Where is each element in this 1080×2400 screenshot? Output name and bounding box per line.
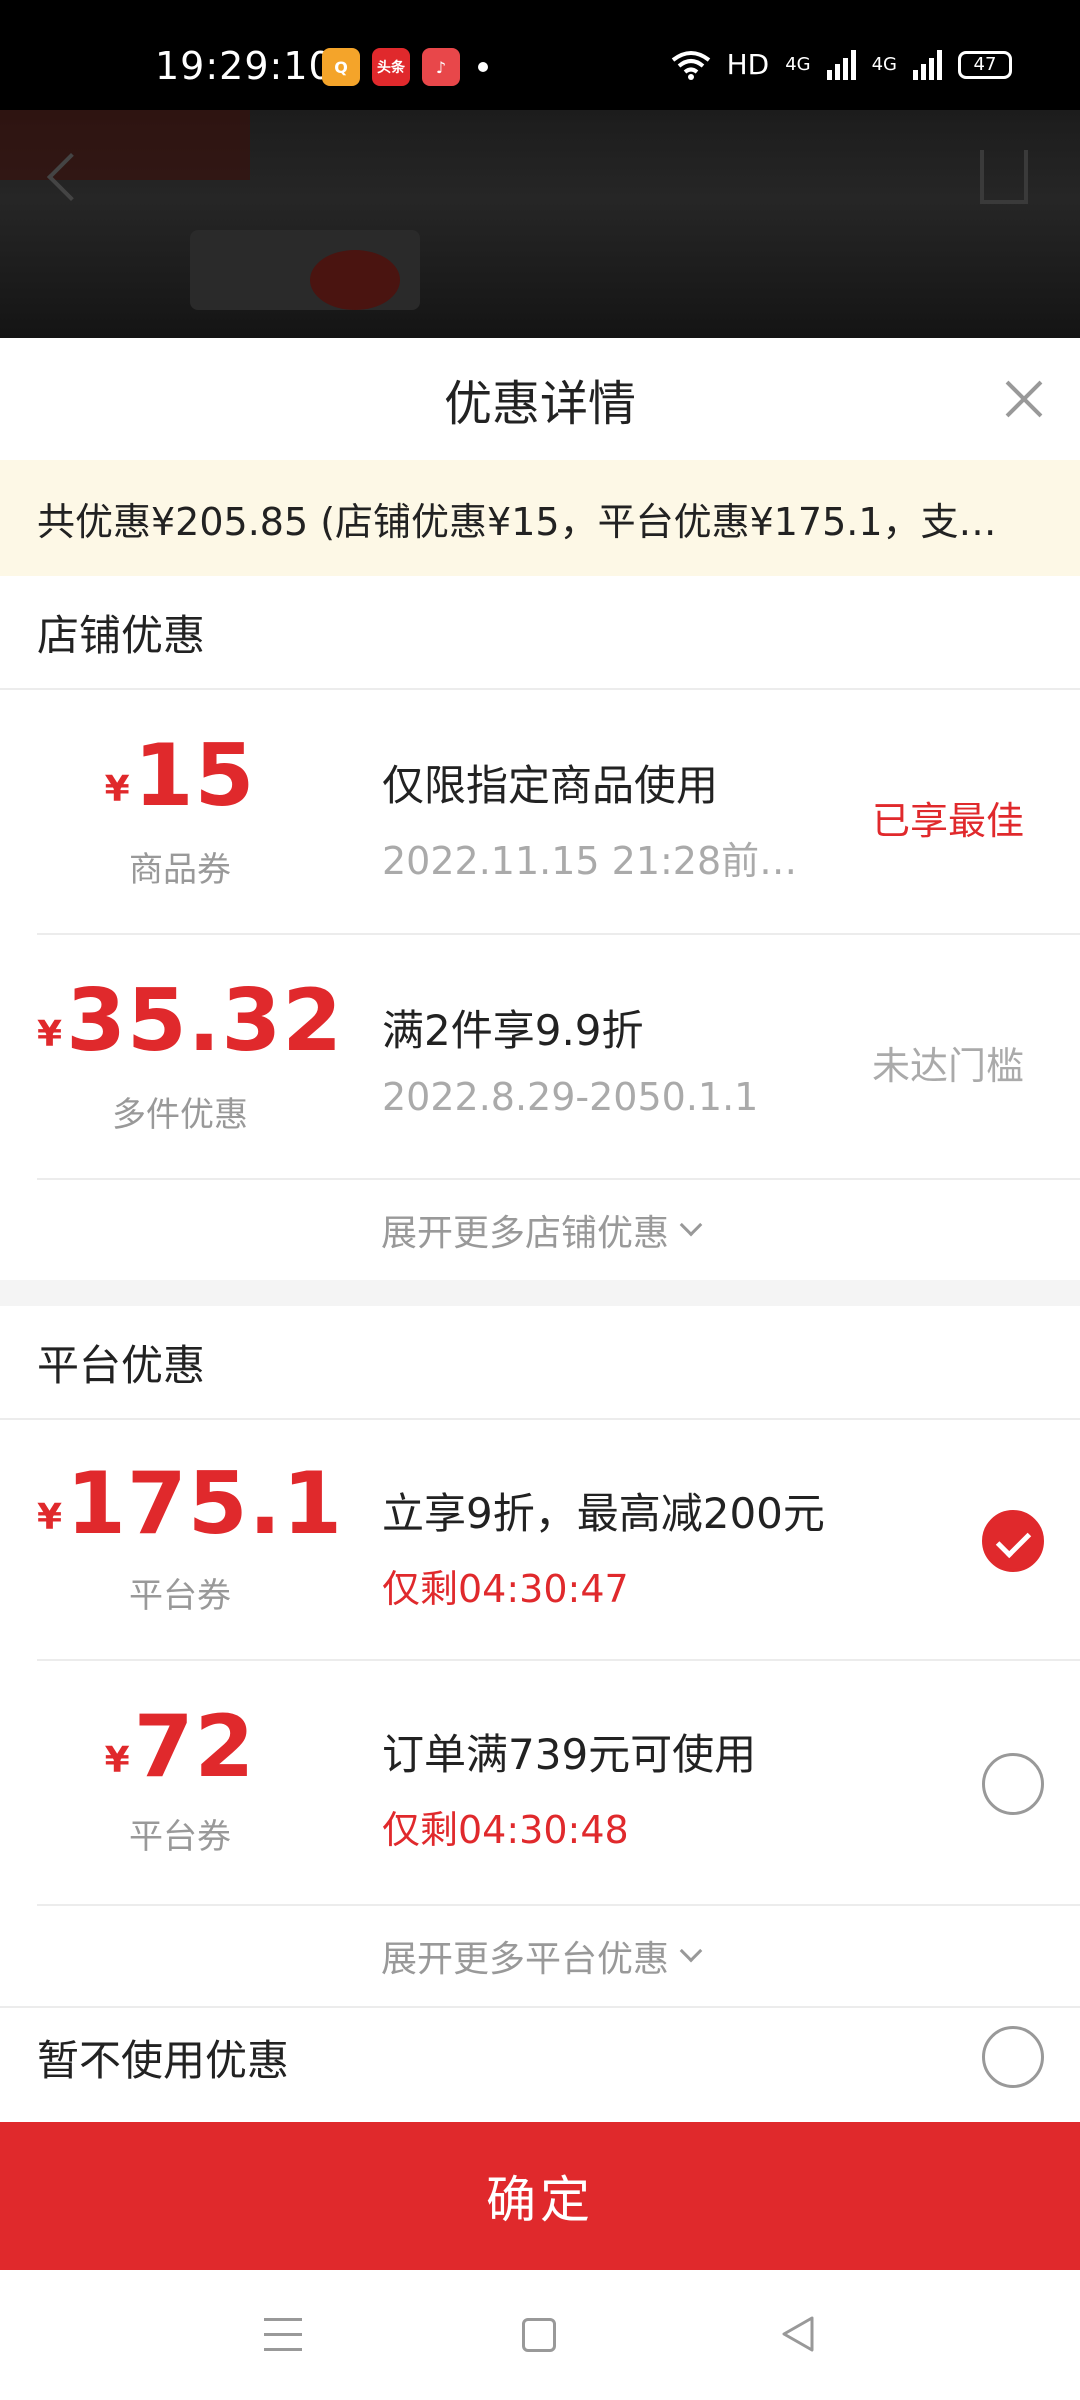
coupon-amount: ¥15 商品券 [37, 690, 323, 933]
sheet-title: 优惠详情 [443, 376, 636, 432]
expand-shop-discounts-button[interactable]: 展开更多店铺优惠 [0, 1180, 1080, 1280]
close-icon[interactable] [1004, 379, 1044, 419]
coupon-value: 72 [133, 1697, 256, 1797]
expand-label: 展开更多平台优惠 [380, 1939, 669, 1980]
coupon-countdown: 仅剩04:30:48 [382, 1808, 629, 1852]
status-app-icons: Q 头条 ♪ [322, 48, 488, 86]
network-type: HD [726, 48, 770, 81]
expand-platform-discounts-button[interactable]: 展开更多平台优惠 [0, 1906, 1080, 2006]
status-indicators: HD 4G 4G 47 [671, 48, 1012, 81]
section-divider [0, 1280, 1080, 1306]
toutiao-icon: 头条 [372, 48, 410, 86]
coupon-title: 满2件享9.9折 [382, 1006, 644, 1055]
platform-coupon[interactable]: ¥175.1 平台券 立享9折，最高减200元 仅剩04:30:47 [37, 1420, 1080, 1661]
music-icon: ♪ [422, 48, 460, 86]
signal-icon-2 [913, 49, 942, 80]
coupon-type: 平台券 [129, 1817, 231, 1857]
coupon-amount: ¥35.32 多件优惠 [37, 935, 342, 1178]
coupon-validity: 2022.11.15 21:28前有… [382, 839, 832, 883]
currency-symbol: ¥ [37, 1014, 63, 1055]
background-banner [0, 110, 250, 180]
coupon-status: 未达门槛 [871, 1044, 1024, 1088]
menu-icon[interactable] [264, 2318, 302, 2352]
coupon-type: 平台券 [129, 1576, 231, 1616]
coupon-value: 35.32 [66, 971, 344, 1071]
expand-label: 展开更多店铺优惠 [380, 1213, 669, 1254]
no-discount-option[interactable]: 暂不使用优惠 [0, 2006, 1080, 2106]
background-badge [310, 250, 400, 310]
coupon-unselected-radio[interactable] [982, 1753, 1044, 1815]
chevron-down-icon [679, 1213, 703, 1237]
coupon-value: 15 [133, 726, 256, 826]
platform-discounts-title: 平台优惠 [0, 1306, 1080, 1420]
coupon-amount: ¥175.1 平台券 [37, 1420, 342, 1659]
sheet-header: 优惠详情 [0, 338, 1080, 460]
no-discount-radio[interactable] [982, 2026, 1044, 2088]
coupon-selected-radio[interactable] [982, 1510, 1044, 1572]
coupon-title: 仅限指定商品使用 [382, 761, 719, 810]
currency-symbol: ¥ [104, 1740, 130, 1781]
home-icon[interactable] [522, 2318, 556, 2352]
discount-summary: 共优惠¥205.85 (店铺优惠¥15，平台优惠¥175.1，支… [0, 460, 1080, 576]
currency-symbol: ¥ [104, 769, 130, 810]
coupon-amount: ¥72 平台券 [37, 1661, 323, 1904]
confirm-button[interactable]: 确定 [0, 2122, 1080, 2270]
shop-discounts-title: 店铺优惠 [0, 576, 1080, 690]
shop-coupon[interactable]: ¥35.32 多件优惠 满2件享9.9折 2022.8.29-2050.1.1 … [37, 935, 1080, 1180]
shop-coupon[interactable]: ¥15 商品券 仅限指定商品使用 2022.11.15 21:28前有… 已享最… [37, 690, 1080, 935]
battery-icon: 47 [958, 50, 1012, 79]
no-discount-label: 暂不使用优惠 [37, 2035, 290, 2085]
discount-details-sheet: 优惠详情 共优惠¥205.85 (店铺优惠¥15，平台优惠¥175.1，支… 店… [0, 338, 1080, 2269]
coupon-title: 订单满739元可使用 [382, 1730, 757, 1779]
chevron-down-icon [679, 1939, 703, 1963]
notification-dot [478, 62, 488, 72]
currency-symbol: ¥ [37, 1497, 63, 1538]
coupon-countdown: 仅剩04:30:47 [382, 1567, 629, 1611]
qq-browser-icon: Q [322, 48, 360, 86]
signal-type-2: 4G [871, 54, 897, 75]
coupon-title: 立享9折，最高减200元 [382, 1489, 825, 1538]
coupon-status: 已享最佳 [871, 799, 1024, 843]
coupon-type: 商品券 [129, 850, 231, 890]
discount-summary-text: 共优惠¥205.85 (店铺优惠¥15，平台优惠¥175.1，支… [37, 499, 997, 544]
status-time: 19:29:10 [155, 44, 334, 88]
signal-type-1: 4G [785, 54, 811, 75]
wifi-icon [671, 50, 710, 80]
coupon-validity: 2022.8.29-2050.1.1 [382, 1075, 759, 1119]
platform-coupon[interactable]: ¥72 平台券 订单满739元可使用 仅剩04:30:48 [37, 1661, 1080, 1906]
signal-icon [826, 49, 856, 80]
coupon-value: 175.1 [66, 1454, 344, 1554]
share-icon [980, 150, 1028, 204]
system-navigation-bar [0, 2270, 1080, 2400]
coupon-type: 多件优惠 [112, 1095, 248, 1135]
